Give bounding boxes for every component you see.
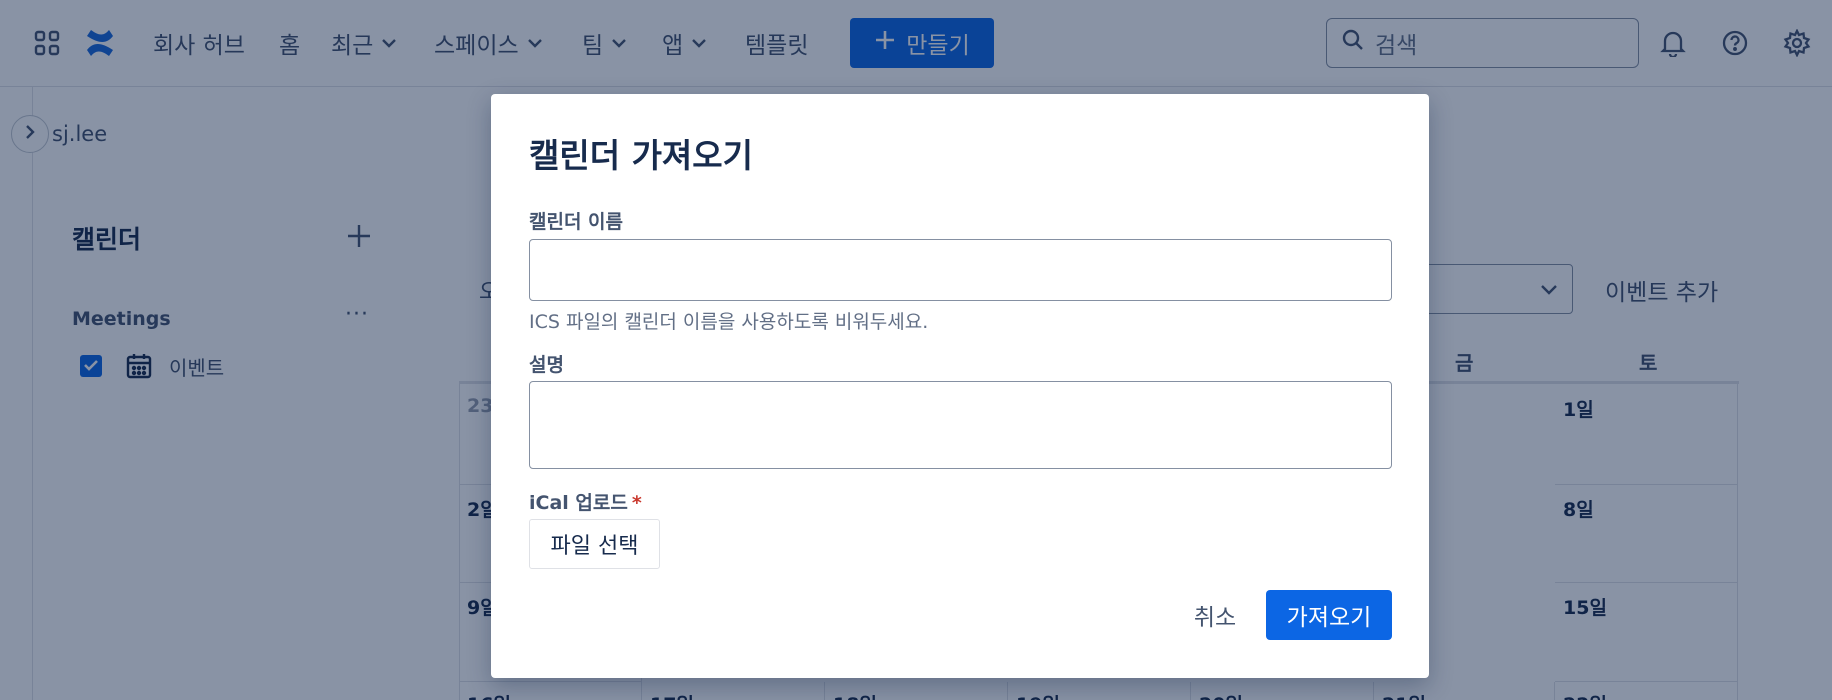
- import-button[interactable]: 가져오기: [1266, 590, 1392, 640]
- description-label: 설명: [529, 354, 564, 376]
- ical-upload-label: iCal 업로드 *: [529, 488, 642, 515]
- import-calendar-dialog: 캘린더 가져오기 캘린더 이름 ICS 파일의 캘린더 이름을 사용하도록 비워…: [491, 94, 1429, 678]
- calendar-name-label: 캘린더 이름: [529, 211, 624, 233]
- dialog-title: 캘린더 가져오기: [529, 136, 754, 175]
- ical-upload-label-text: iCal 업로드: [529, 492, 628, 514]
- description-textarea[interactable]: [529, 381, 1392, 469]
- calendar-name-help: ICS 파일의 캘린더 이름을 사용하도록 비워두세요.: [529, 311, 929, 333]
- calendar-name-input[interactable]: [529, 239, 1392, 301]
- required-indicator: *: [631, 492, 642, 514]
- cancel-button[interactable]: 취소: [1181, 590, 1249, 640]
- choose-file-button[interactable]: 파일 선택: [529, 519, 660, 569]
